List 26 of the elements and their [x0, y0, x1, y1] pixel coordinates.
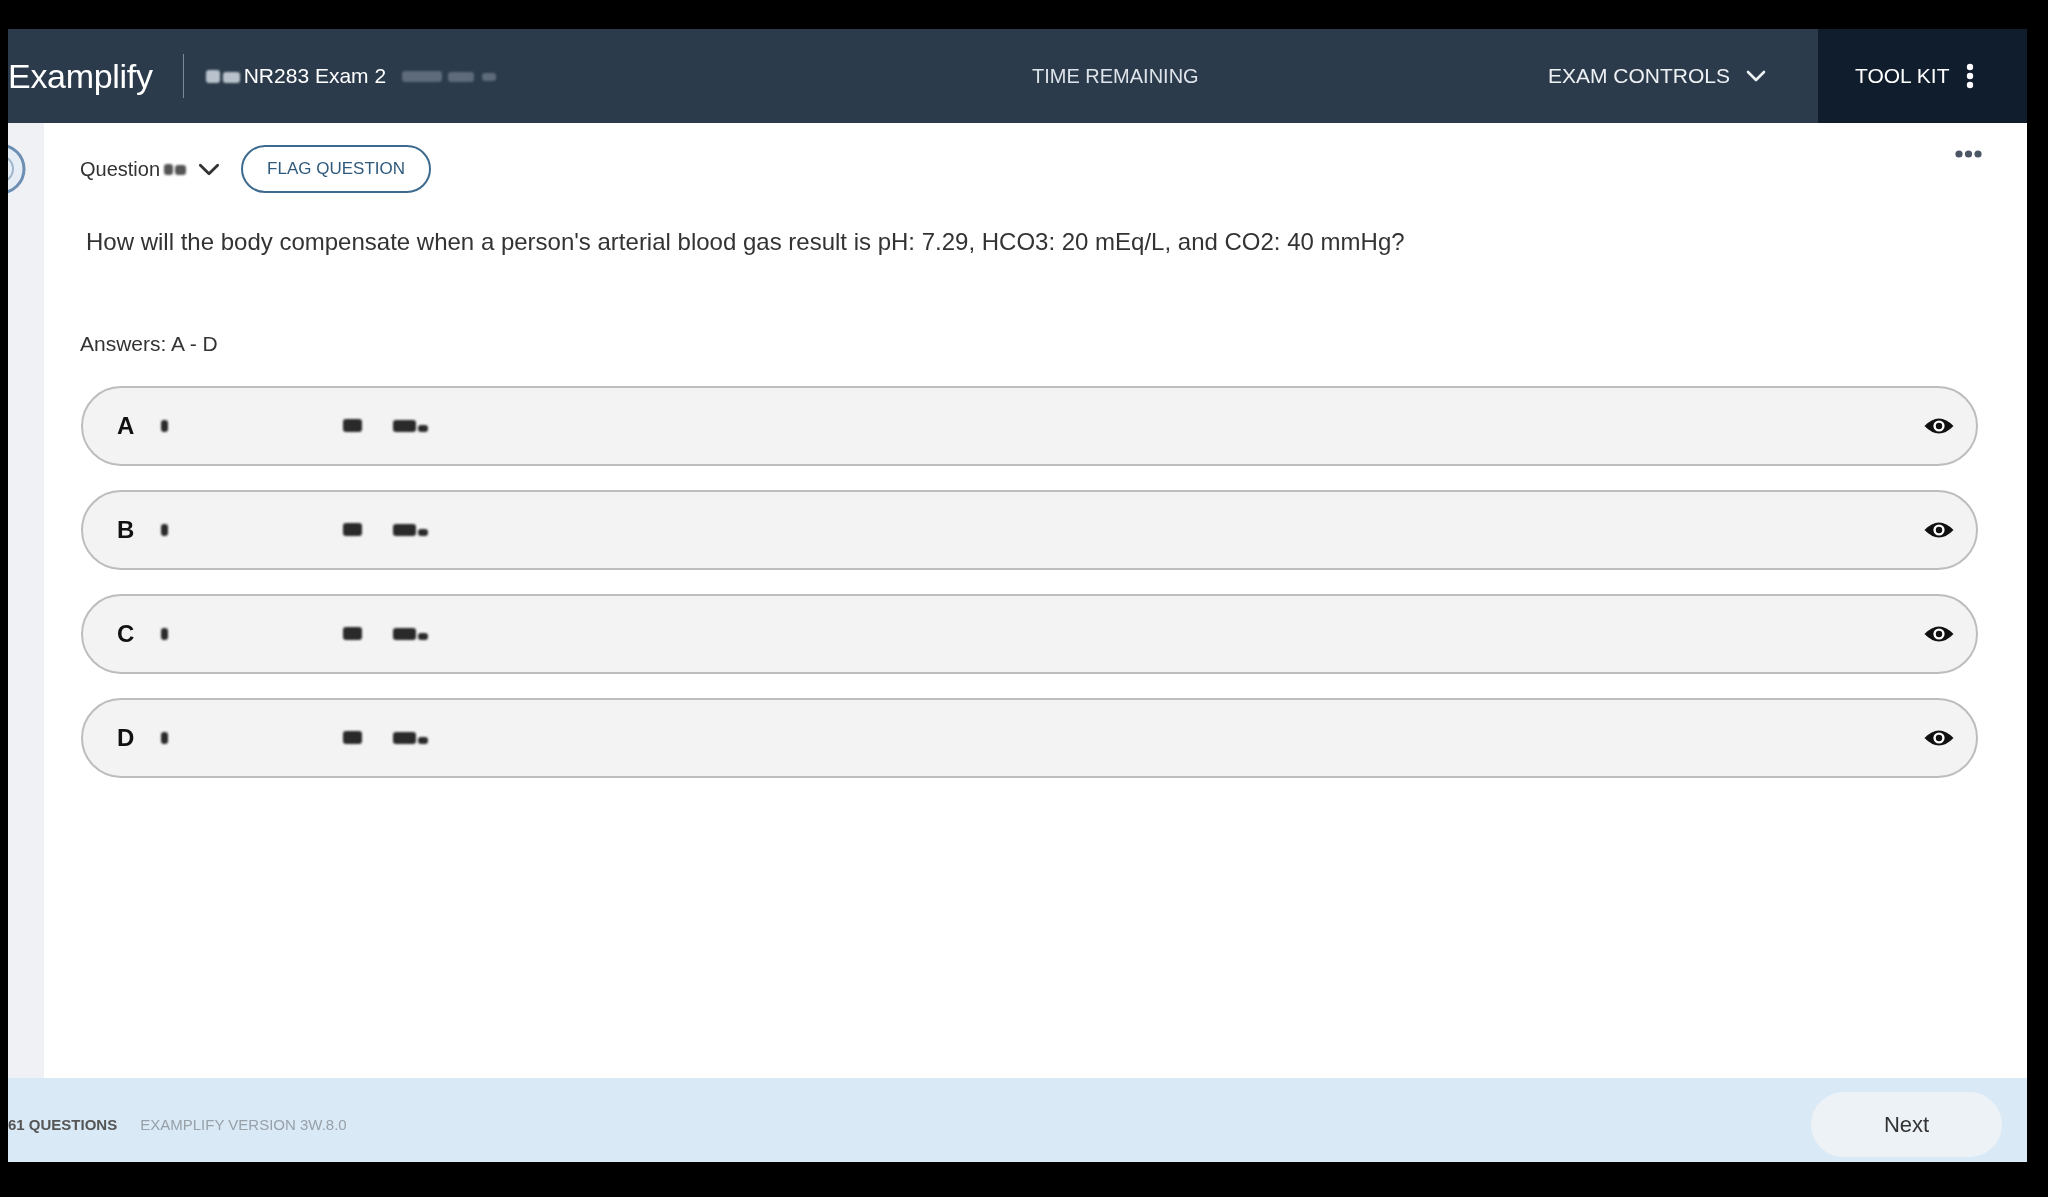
version-label: EXAMPLIFY VERSION 3W.8.0: [140, 1115, 347, 1133]
question-text: How will the body compensate when a person's arterial blood gas result is pH: 7.29, HCO3: 20 mEq/L, and CO2: 40 mmHg?: [86, 227, 1406, 257]
question-count: 61 QUESTIONS: [8, 1115, 118, 1133]
time-remaining-label: TIME REMAINING: [1032, 64, 1199, 88]
blurred-text-drawing: [205, 67, 240, 85]
question-dropdown[interactable]: Question: [80, 157, 221, 181]
answer-option[interactable]: A: [81, 386, 1978, 466]
eye-icon[interactable]: [1924, 416, 1954, 436]
vertical-dots-icon: [1965, 63, 1974, 89]
answer-option[interactable]: D: [81, 698, 1978, 778]
flag-question-button[interactable]: FLAG QUESTION: [241, 145, 432, 193]
answer-option[interactable]: B: [81, 490, 1978, 570]
chevron-down-icon: [1746, 70, 1766, 82]
answer-option[interactable]: C: [81, 594, 1978, 674]
blurred-text-drawing: [162, 162, 189, 176]
answers-label: Answers: A - D: [80, 331, 219, 357]
more-icon[interactable]: [1955, 150, 1982, 158]
next-button[interactable]: Next: [1811, 1092, 2002, 1157]
eye-icon[interactable]: [1924, 728, 1954, 748]
eye-icon[interactable]: [1924, 520, 1954, 540]
eye-icon[interactable]: [1924, 624, 1954, 644]
exam-controls-button[interactable]: EXAM CONTROLS: [1547, 64, 1766, 88]
exam-title: NR283 Exam 2: [243, 64, 387, 88]
app-logo: Examplify: [8, 59, 153, 93]
chevron-down-icon: [198, 162, 221, 176]
tool-kit-button[interactable]: TOOL KIT: [1818, 29, 2027, 123]
